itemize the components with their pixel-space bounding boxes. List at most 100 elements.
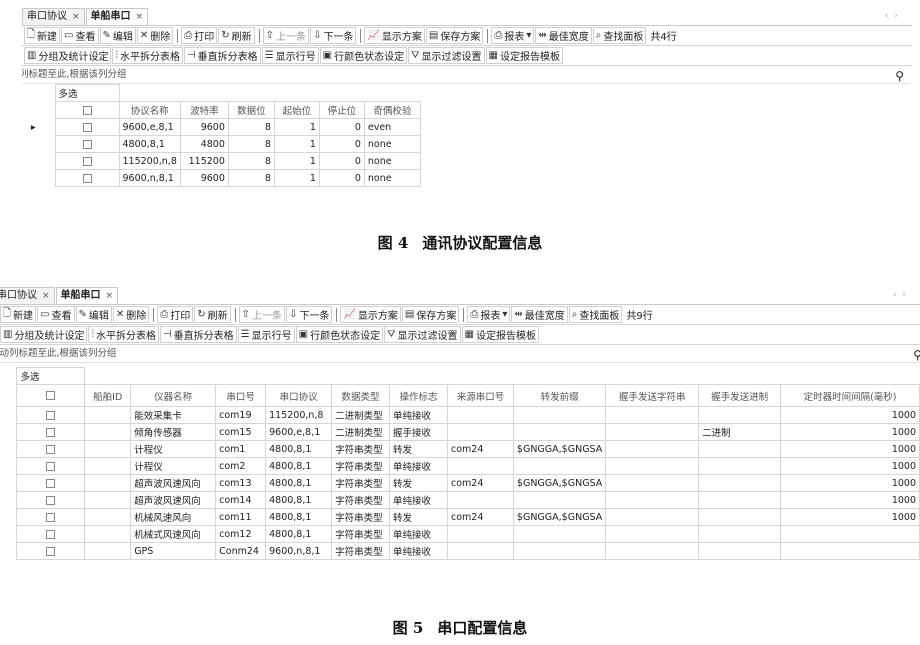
table-cell[interactable] xyxy=(605,508,700,526)
table-cell[interactable]: 9600,e,8,1 xyxy=(118,118,181,136)
table-cell[interactable]: 单纯接收 xyxy=(389,491,448,509)
row-checkbox[interactable] xyxy=(16,440,86,458)
table-cell[interactable]: 能效采集卡 xyxy=(130,406,217,424)
table-cell[interactable]: 4800,8,1 xyxy=(265,457,333,475)
select-all-checkbox[interactable] xyxy=(16,384,86,407)
table-cell[interactable] xyxy=(512,491,607,509)
table-cell[interactable]: 超声波风速风向 xyxy=(130,491,217,509)
table-cell[interactable]: 1 xyxy=(273,118,320,136)
table-cell[interactable]: com19 xyxy=(215,406,267,424)
save-scheme-button[interactable]: ▤ 保存方案 xyxy=(425,27,484,44)
new-button[interactable]: 🗋 新建 xyxy=(0,306,37,323)
row-checkbox[interactable] xyxy=(16,542,86,560)
table-cell[interactable]: 115200 xyxy=(179,152,229,170)
column-header[interactable]: 来源串口号 xyxy=(446,384,514,407)
table-cell[interactable] xyxy=(698,491,782,509)
tab-scroll-arrows-icon[interactable]: ‹› xyxy=(893,290,912,300)
table-cell[interactable]: 0 xyxy=(318,152,365,170)
column-header[interactable]: 数据类型 xyxy=(331,384,391,407)
row-checkbox[interactable] xyxy=(16,423,86,441)
table-cell[interactable]: 字符串类型 xyxy=(331,542,391,560)
table-row[interactable]: 机械式风速风向 com12 4800,8,1 字符串类型 单纯接收 xyxy=(0,525,920,543)
column-header[interactable]: 仪器名称 xyxy=(130,384,217,407)
group-by-hint[interactable]: 拖动列标题至此,根据该列分组 ⚲ xyxy=(22,66,910,84)
table-cell[interactable] xyxy=(605,406,700,424)
view-button[interactable]: ▭ 查看 xyxy=(37,306,75,323)
table-cell[interactable]: 机械式风速风向 xyxy=(130,525,217,543)
column-header[interactable]: 握手发送字符串 xyxy=(605,384,700,407)
table-cell[interactable]: 8 xyxy=(227,118,275,136)
table-cell[interactable]: 单纯接收 xyxy=(389,542,448,560)
column-header[interactable]: 定时器时间间隔(毫秒) xyxy=(780,384,920,407)
table-cell[interactable]: 1000 xyxy=(780,423,920,441)
table-cell[interactable]: 9600,n,8,1 xyxy=(265,542,333,560)
table-cell[interactable]: com14 xyxy=(215,491,267,509)
refresh-button[interactable]: ↻ 刷新 xyxy=(218,27,255,44)
table-cell[interactable]: 机械风速风向 xyxy=(130,508,217,526)
table-cell[interactable]: none xyxy=(363,152,421,170)
table-cell[interactable]: 字符串类型 xyxy=(331,474,391,492)
table-cell[interactable]: 握手接收 xyxy=(389,423,448,441)
row-checkbox[interactable] xyxy=(16,508,86,526)
table-cell[interactable]: 9600 xyxy=(179,169,229,187)
table-cell[interactable]: 4800,8,1 xyxy=(265,474,333,492)
show-filter-button[interactable]: ⛛ 显示过滤设置 xyxy=(408,47,485,64)
table-row[interactable]: 9600,n,8,1 9600 8 1 0 none xyxy=(22,169,421,187)
row-checkbox[interactable] xyxy=(54,169,120,187)
table-cell[interactable]: 4800 xyxy=(179,135,229,153)
tab-ship-serial[interactable]: 单船串口 × xyxy=(55,287,119,304)
report-template-button[interactable]: ▦ 设定报告模板 xyxy=(485,47,563,64)
table-cell[interactable]: 115200,n,8 xyxy=(265,406,333,424)
table-cell[interactable] xyxy=(446,457,514,475)
table-cell[interactable]: 二进制类型 xyxy=(331,423,391,441)
table-cell[interactable] xyxy=(698,508,782,526)
table-cell[interactable]: 4800,8,1 xyxy=(265,491,333,509)
prev-button[interactable]: ⇧ 上一条 xyxy=(262,27,310,44)
table-cell[interactable] xyxy=(84,457,132,475)
row-checkbox[interactable] xyxy=(16,525,86,543)
table-cell[interactable] xyxy=(698,457,782,475)
table-cell[interactable]: com15 xyxy=(215,423,267,441)
table-cell[interactable]: 4800,8,1 xyxy=(265,525,333,543)
table-cell[interactable] xyxy=(84,406,132,424)
column-header[interactable]: 停止位 xyxy=(318,101,365,119)
table-row[interactable]: GPS Conm24 9600,n,8,1 字符串类型 单纯接收 xyxy=(0,542,920,560)
table-cell[interactable]: 0 xyxy=(318,169,365,187)
close-icon[interactable]: × xyxy=(42,288,50,304)
table-cell[interactable]: even xyxy=(363,118,421,136)
row-checkbox[interactable] xyxy=(16,457,86,475)
table-cell[interactable] xyxy=(605,542,700,560)
find-panel-button[interactable]: ⌕ 查找面板 xyxy=(568,306,623,323)
column-header[interactable]: 操作标志 xyxy=(389,384,448,407)
table-cell[interactable]: 计程仪 xyxy=(130,457,217,475)
table-cell[interactable] xyxy=(780,525,920,543)
table-cell[interactable] xyxy=(605,423,700,441)
table-cell[interactable]: 超声波风速风向 xyxy=(130,474,217,492)
edit-button[interactable]: ✎ 编辑 xyxy=(99,27,136,44)
table-cell[interactable] xyxy=(84,423,132,441)
show-scheme-button[interactable]: 📈 显示方案 xyxy=(340,306,401,323)
table-cell[interactable]: 单纯接收 xyxy=(389,525,448,543)
table-cell[interactable] xyxy=(512,542,607,560)
table-cell[interactable] xyxy=(780,542,920,560)
new-button[interactable]: 🗋 新建 xyxy=(24,27,61,44)
row-color-button[interactable]: ▣ 行颜色状态设定 xyxy=(319,47,408,64)
table-cell[interactable]: 1000 xyxy=(780,406,920,424)
table-cell[interactable] xyxy=(605,457,700,475)
table-cell[interactable]: 4800,8,1 xyxy=(265,440,333,458)
table-cell[interactable] xyxy=(84,508,132,526)
refresh-button[interactable]: ↻ 刷新 xyxy=(194,306,231,323)
table-cell[interactable] xyxy=(512,525,607,543)
table-cell[interactable]: 8 xyxy=(227,169,275,187)
prev-button[interactable]: ⇧ 上一条 xyxy=(238,306,286,323)
table-cell[interactable] xyxy=(446,525,514,543)
tab-scroll-arrows-icon[interactable]: ‹› xyxy=(885,11,904,21)
show-rownum-button[interactable]: ☰ 显示行号 xyxy=(261,47,319,64)
best-width-button[interactable]: ⇹ 最佳宽度 xyxy=(511,306,568,323)
table-cell[interactable] xyxy=(446,423,514,441)
row-checkbox[interactable] xyxy=(16,491,86,509)
table-cell[interactable]: $GNGGA,$GNGSA xyxy=(512,440,607,458)
table-cell[interactable] xyxy=(84,525,132,543)
find-panel-button[interactable]: ⌕ 查找面板 xyxy=(592,27,647,44)
show-rownum-button[interactable]: ☰ 显示行号 xyxy=(237,326,295,343)
